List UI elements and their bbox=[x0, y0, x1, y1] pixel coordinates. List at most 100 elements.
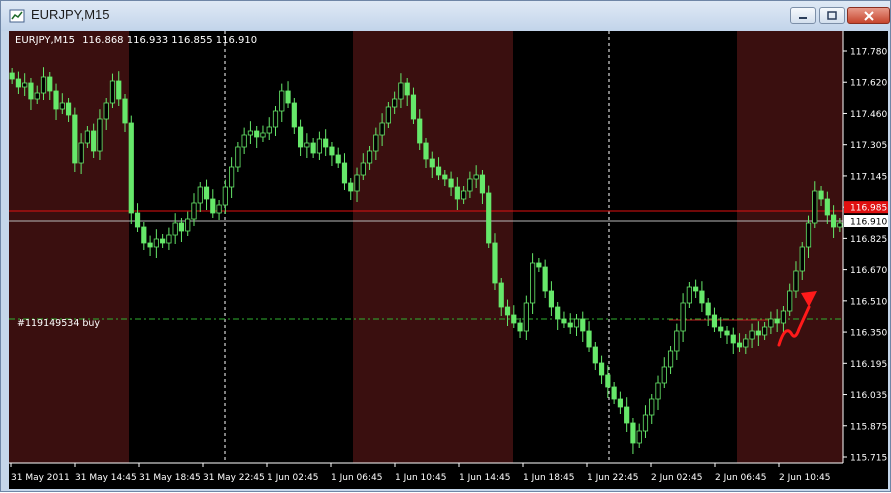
candle-body bbox=[84, 130, 90, 144]
candle-body bbox=[642, 414, 649, 432]
candle-body bbox=[9, 72, 15, 80]
price-tick-label: 116.510 bbox=[850, 297, 887, 307]
candle-body bbox=[15, 78, 22, 88]
time-tick-label: 1 Jun 10:45 bbox=[395, 473, 446, 483]
time-tick-label: 1 Jun 22:45 bbox=[587, 473, 638, 483]
candle-body bbox=[699, 290, 705, 304]
candle-body bbox=[435, 166, 442, 176]
session-band bbox=[737, 31, 843, 463]
candle-body bbox=[53, 90, 59, 110]
candle-body bbox=[266, 126, 272, 134]
price-tick-label: 117.780 bbox=[850, 48, 887, 58]
candle-body bbox=[473, 174, 479, 180]
candle-body bbox=[762, 326, 768, 336]
candle-body bbox=[511, 314, 517, 324]
candle-body bbox=[768, 318, 774, 328]
candle-body bbox=[824, 198, 830, 216]
candle-body bbox=[492, 242, 498, 284]
candle-body bbox=[297, 126, 304, 148]
candle-body bbox=[755, 330, 761, 336]
candle-body bbox=[116, 80, 122, 100]
candle-body bbox=[404, 82, 410, 96]
candle-body bbox=[385, 106, 391, 124]
price-chart[interactable]: 117.780 117.620 117.460 117.305 117.145 116.9… bbox=[9, 31, 888, 489]
candle-body bbox=[147, 242, 153, 248]
candle-body bbox=[805, 222, 812, 248]
candle-body bbox=[467, 178, 473, 192]
candle-body bbox=[711, 314, 718, 328]
candle-body bbox=[454, 186, 460, 200]
candle-body bbox=[109, 80, 116, 104]
title-bar[interactable]: EURJPY,M15 bbox=[1, 1, 890, 31]
candle-body bbox=[191, 202, 197, 220]
candle-body bbox=[103, 102, 109, 120]
minimize-button[interactable] bbox=[790, 7, 816, 24]
candle-body bbox=[59, 102, 65, 110]
candle-body bbox=[304, 142, 310, 148]
price-tick-label: 117.145 bbox=[850, 172, 887, 182]
candle-body bbox=[260, 132, 266, 138]
candle-body bbox=[661, 366, 667, 384]
candle-body bbox=[442, 174, 448, 180]
candle-body bbox=[47, 76, 53, 92]
candle-body bbox=[354, 174, 360, 192]
candle-body bbox=[787, 290, 793, 312]
candle-body bbox=[134, 212, 141, 228]
candle-body bbox=[605, 374, 611, 388]
candle-body bbox=[141, 226, 147, 244]
chart-symbol: EURJPY,M15 bbox=[15, 35, 75, 46]
candle-body bbox=[567, 322, 573, 328]
candle-body bbox=[34, 92, 40, 100]
chart-canvas[interactable]: 117.780 117.620 117.460 117.305 117.145 116.9… bbox=[9, 31, 888, 489]
candle-body bbox=[185, 218, 191, 232]
window-title: EURJPY,M15 bbox=[31, 7, 110, 22]
candle-body bbox=[724, 330, 730, 336]
candle-body bbox=[774, 318, 780, 324]
candle-body bbox=[91, 130, 97, 152]
time-tick-label: 1 Jun 06:45 bbox=[331, 473, 382, 483]
time-tick-label: 1 Jun 14:45 bbox=[459, 473, 510, 483]
candle-body bbox=[830, 214, 837, 228]
candle-body bbox=[580, 318, 586, 332]
candle-body bbox=[674, 330, 680, 352]
candle-body bbox=[316, 138, 322, 154]
chart-ohlc: 116.868 116.933 116.855 116.910 bbox=[82, 35, 257, 46]
candle-body bbox=[667, 350, 674, 368]
candle-body bbox=[718, 326, 724, 332]
chart-header: EURJPY,M15 116.868 116.933 116.855 116.9… bbox=[15, 35, 257, 46]
candle-body bbox=[548, 290, 555, 308]
price-tick-label: 116.195 bbox=[850, 360, 887, 370]
candle-body bbox=[504, 306, 511, 316]
close-button[interactable] bbox=[847, 7, 890, 24]
candle-body bbox=[812, 190, 818, 224]
time-tick-label: 31 May 14:45 bbox=[75, 473, 137, 483]
candle-body bbox=[153, 238, 159, 248]
candle-body bbox=[166, 234, 172, 244]
candle-body bbox=[348, 182, 354, 192]
close-icon bbox=[863, 10, 874, 21]
candle-body bbox=[65, 102, 72, 116]
current-price-label: 116.910 bbox=[850, 218, 887, 228]
candle-body bbox=[573, 318, 580, 328]
candle-body bbox=[530, 262, 536, 304]
candle-body bbox=[178, 222, 185, 232]
candle-body bbox=[429, 158, 435, 168]
candle-body bbox=[448, 178, 454, 188]
maximize-icon bbox=[827, 10, 837, 20]
candle-body bbox=[291, 102, 297, 128]
candle-body bbox=[241, 134, 247, 148]
candle-body bbox=[799, 246, 805, 272]
price-tick-label: 115.715 bbox=[850, 454, 887, 464]
session-band bbox=[513, 31, 737, 463]
order-label: #119149534 buy bbox=[17, 318, 100, 329]
candle-body bbox=[247, 130, 254, 136]
candle-body bbox=[254, 130, 260, 138]
candle-body bbox=[72, 114, 78, 164]
candle-body bbox=[203, 186, 210, 200]
price-tick-label: 117.460 bbox=[850, 110, 887, 120]
candle-body bbox=[542, 266, 548, 292]
time-tick-label: 31 May 22:45 bbox=[203, 473, 265, 483]
time-tick-label: 1 Jun 02:45 bbox=[267, 473, 318, 483]
maximize-button[interactable] bbox=[819, 7, 845, 24]
price-tick-label: 116.035 bbox=[850, 391, 887, 401]
